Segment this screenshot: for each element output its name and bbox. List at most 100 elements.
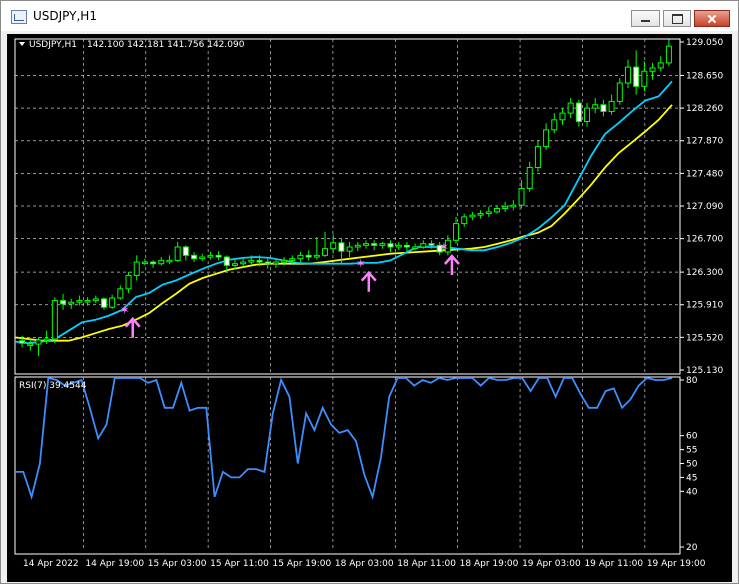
time-tick-label: 15 Apr 03:00 — [148, 559, 207, 569]
candle-body — [240, 261, 247, 265]
candle-body — [502, 206, 509, 210]
candle-body — [403, 244, 410, 248]
rsi-tick-label: 55 — [686, 446, 697, 456]
candle-body — [174, 246, 181, 261]
candle-body — [551, 119, 558, 131]
signal-star-icon: ✶ — [439, 240, 449, 254]
candle-body — [641, 70, 648, 87]
candle-body — [19, 340, 26, 344]
candle-body — [526, 167, 533, 189]
candle-body — [559, 112, 566, 121]
ohlc-label: 142.100 142.181 141.756 142.090 — [87, 40, 245, 50]
candle-body — [117, 288, 124, 299]
close-button[interactable] — [694, 10, 730, 27]
chart-area[interactable]: ✶ ✶ ✶ 129.050 128.650 128.260 127.870 127.480 1… — [7, 34, 732, 582]
candle-body — [453, 223, 460, 241]
price-tick-label: 127.090 — [686, 202, 723, 212]
candle-body — [223, 256, 230, 266]
candle-body — [665, 45, 672, 64]
candle-body — [461, 216, 468, 225]
rsi-panel-frame — [14, 376, 681, 555]
candle-body — [248, 259, 255, 263]
candle-body — [412, 246, 419, 249]
candle-body — [510, 204, 517, 208]
price-tick-label: 128.650 — [686, 71, 723, 81]
candle-body — [207, 254, 214, 258]
candle-body — [35, 339, 42, 345]
time-tick-label: 18 Apr 03:00 — [335, 559, 394, 569]
title-bar[interactable]: USDJPY,H1 — [1, 1, 738, 31]
maximize-button[interactable] — [663, 10, 691, 27]
candle-body — [43, 338, 50, 342]
candle-body — [199, 256, 206, 260]
candle-body — [477, 213, 484, 216]
candle-body — [289, 258, 296, 261]
rsi-line — [15, 376, 673, 501]
price-tick-label: 125.910 — [686, 301, 723, 311]
candle-body — [469, 214, 476, 218]
candle-body — [354, 244, 361, 248]
candle-body — [158, 259, 165, 265]
candle-body — [281, 259, 288, 263]
candle-body — [256, 259, 263, 263]
candle-body — [616, 82, 623, 102]
candle-body — [543, 129, 550, 148]
candle-body — [338, 242, 345, 252]
time-tick-label: 18 Apr 11:00 — [397, 559, 456, 569]
candle-body — [100, 298, 107, 308]
time-tick-label: 19 Apr 11:00 — [584, 559, 643, 569]
rsi-tick-label: 20 — [686, 543, 698, 553]
chart-canvas[interactable]: ✶✶✶ 129.050128.650128.260127.870127.4801… — [7, 34, 732, 582]
candle-body — [371, 243, 378, 246]
price-tick-label: 127.480 — [686, 169, 723, 179]
minimize-button[interactable] — [631, 10, 660, 27]
candle-body — [592, 104, 599, 109]
rsi-label: RSI(7) 39.4544 — [19, 381, 87, 391]
candle-body — [624, 66, 631, 84]
candle-body — [76, 300, 83, 303]
candle-body — [633, 66, 640, 87]
price-tick-label: 125.130 — [686, 366, 723, 376]
price-tick-label: 129.050 — [686, 38, 723, 48]
time-tick-label: 19 Apr 19:00 — [647, 559, 706, 569]
candle-body — [141, 261, 148, 265]
collapse-triangle-icon[interactable] — [19, 42, 25, 46]
rsi-tick-label: 50 — [686, 460, 698, 470]
candle-body — [92, 298, 99, 302]
signal-star-icon: ✶ — [120, 303, 130, 317]
candle-body — [322, 248, 329, 256]
rsi-tick-label: 80 — [686, 376, 698, 386]
price-tick-label: 128.260 — [686, 104, 723, 114]
candle-body — [27, 343, 34, 347]
candle-body — [231, 263, 238, 266]
candle-body — [575, 102, 582, 122]
candle-body — [191, 254, 198, 260]
candle-body — [125, 274, 132, 290]
price-tick-label: 126.300 — [686, 268, 723, 278]
candle-body — [109, 297, 116, 308]
candle-body — [330, 242, 337, 250]
time-tick-label: 15 Apr 11:00 — [210, 559, 269, 569]
time-tick-label: 18 Apr 19:00 — [460, 559, 519, 569]
candle-body — [657, 62, 664, 69]
candle-body — [272, 261, 279, 265]
symbol-label: USDJPY,H1 — [29, 40, 77, 50]
candle-body — [133, 261, 140, 276]
candle-body — [362, 243, 369, 246]
candle-body — [346, 246, 353, 252]
candle-body — [649, 67, 656, 72]
candle-body — [428, 243, 435, 246]
price-tick-label: 125.520 — [686, 333, 723, 343]
candle-body — [534, 146, 541, 169]
candle-body — [150, 261, 157, 265]
candle-body — [387, 243, 394, 248]
candle-body — [600, 104, 607, 112]
signal-star-icon: ✶ — [356, 257, 366, 271]
candle-body — [420, 243, 427, 248]
time-tick-label: 19 Apr 03:00 — [522, 559, 581, 569]
time-tick-label: 15 Apr 19:00 — [273, 559, 332, 569]
price-axis: 129.050 128.650 128.260 127.870 127.480 127.0… — [680, 38, 723, 376]
time-tick-label: 14 Apr 2022 — [23, 559, 79, 569]
candle-body — [182, 246, 189, 256]
candle-body — [60, 300, 67, 305]
